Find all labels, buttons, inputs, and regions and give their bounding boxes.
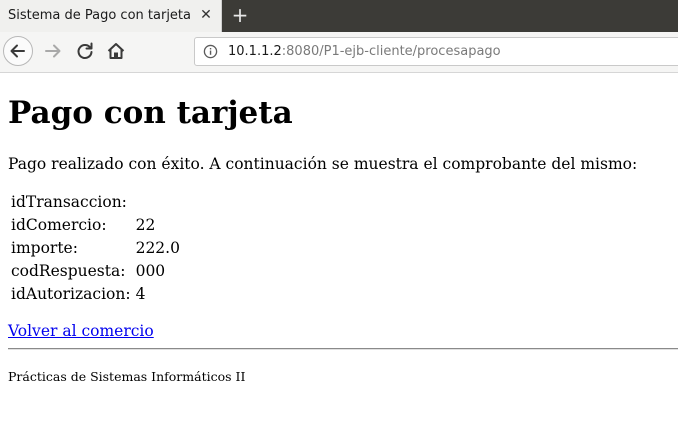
receipt-row-idtransaccion: idTransaccion: <box>10 192 181 213</box>
home-icon <box>107 43 125 59</box>
url-text: 10.1.1.2:8080/P1-ejb-cliente/procesapago <box>228 44 501 59</box>
receipt-value <box>135 192 181 213</box>
new-tab-button[interactable]: + <box>228 3 252 27</box>
arrow-right-icon <box>45 44 61 58</box>
receipt-label: idAutorizacion: <box>11 285 131 303</box>
info-icon[interactable] <box>203 44 218 59</box>
reload-icon <box>77 42 93 59</box>
receipt-value: 22 <box>135 216 156 234</box>
address-bar[interactable]: 10.1.1.2:8080/P1-ejb-cliente/procesapago <box>194 37 678 66</box>
navigation-toolbar: 10.1.1.2:8080/P1-ejb-cliente/procesapago <box>0 32 678 73</box>
receipt-label: idComercio: <box>11 216 107 234</box>
forward-button[interactable] <box>42 40 64 62</box>
receipt-row-codrespuesta: codRespuesta: 000 <box>10 261 181 282</box>
receipt-value: 4 <box>135 285 146 303</box>
browser-tab-active[interactable]: Sistema de Pago con tarjeta ✕ <box>0 0 222 32</box>
back-button[interactable] <box>3 36 33 66</box>
page-content: Pago con tarjeta Pago realizado con éxit… <box>0 73 678 431</box>
receipt-label: importe: <box>11 239 78 257</box>
close-tab-icon[interactable]: ✕ <box>198 7 214 23</box>
url-host: 10.1.1.2 <box>228 44 282 59</box>
receipt-table: idTransaccion: idComercio: 22 importe: 2… <box>8 190 183 307</box>
reload-button[interactable] <box>74 40 96 62</box>
tab-title: Sistema de Pago con tarjeta <box>8 8 191 23</box>
receipt-row-idautorizacion: idAutorizacion: 4 <box>10 284 181 305</box>
arrow-left-icon <box>10 44 25 58</box>
receipt-value: 000 <box>135 262 166 280</box>
tab-strip: Sistema de Pago con tarjeta ✕ + <box>0 0 678 32</box>
receipt-row-importe: importe: 222.0 <box>10 238 181 259</box>
success-message: Pago realizado con éxito. A continuación… <box>8 155 638 173</box>
divider <box>8 348 678 350</box>
home-button[interactable] <box>105 40 127 62</box>
receipt-label: idTransaccion: <box>11 193 127 211</box>
receipt-label: codRespuesta: <box>11 262 126 280</box>
url-path: :8080/P1-ejb-cliente/procesapago <box>281 44 501 59</box>
receipt-row-idcomercio: idComercio: 22 <box>10 215 181 236</box>
receipt-value: 222.0 <box>135 239 180 257</box>
footer-text: Prácticas de Sistemas Informáticos II <box>8 369 246 384</box>
back-to-store-link[interactable]: Volver al comercio <box>8 321 154 341</box>
page-title: Pago con tarjeta <box>8 95 293 131</box>
